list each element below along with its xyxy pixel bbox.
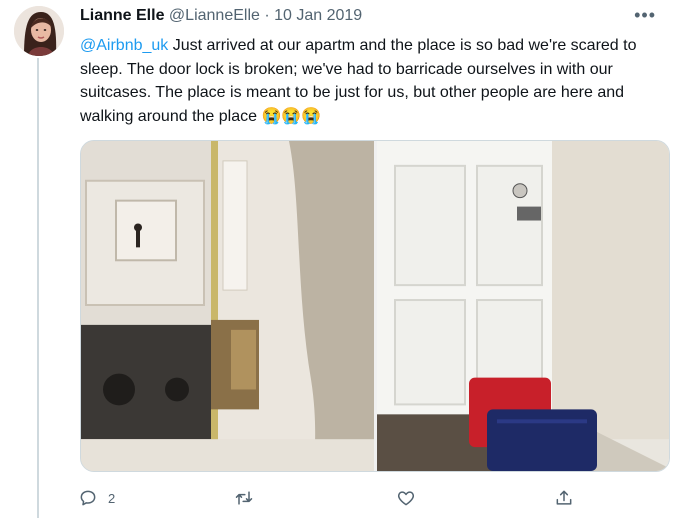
tweet-header: Lianne Elle @LianneElle · 10 Jan 2019 ••…: [80, 5, 660, 29]
tweet-text: @Airbnb_uk Just arrived at our apartm an…: [80, 34, 665, 128]
broken-lock-photo: [81, 141, 374, 471]
media-image-lock[interactable]: [81, 141, 374, 471]
author-handle[interactable]: @LianneElle: [169, 7, 260, 24]
header-separator: ·: [264, 7, 270, 24]
avatar-image: [14, 6, 64, 56]
heart-icon: [397, 491, 415, 506]
media-grid: [80, 140, 670, 472]
share-icon: [556, 490, 572, 505]
barricade-suitcases-photo: [377, 141, 669, 471]
share-button[interactable]: [554, 484, 574, 512]
mention-link[interactable]: @Airbnb_uk: [80, 37, 168, 54]
media-image-suitcases[interactable]: [377, 141, 669, 471]
author-name[interactable]: Lianne Elle: [80, 7, 164, 24]
reply-button[interactable]: 2: [78, 484, 115, 512]
thread-line: [37, 58, 39, 518]
avatar[interactable]: [14, 6, 64, 56]
action-bar: 2: [78, 484, 598, 512]
more-options-icon[interactable]: •••: [634, 5, 656, 26]
tweet: Lianne Elle @LianneElle · 10 Jan 2019 ••…: [0, 0, 680, 518]
crying-emoji: 😭😭😭: [261, 107, 322, 125]
retweet-icon: [235, 491, 253, 505]
tweet-date[interactable]: 10 Jan 2019: [274, 7, 362, 24]
like-button[interactable]: [396, 484, 426, 512]
reply-count: 2: [108, 490, 116, 506]
reply-icon: [80, 490, 96, 506]
retweet-button[interactable]: [234, 484, 264, 512]
